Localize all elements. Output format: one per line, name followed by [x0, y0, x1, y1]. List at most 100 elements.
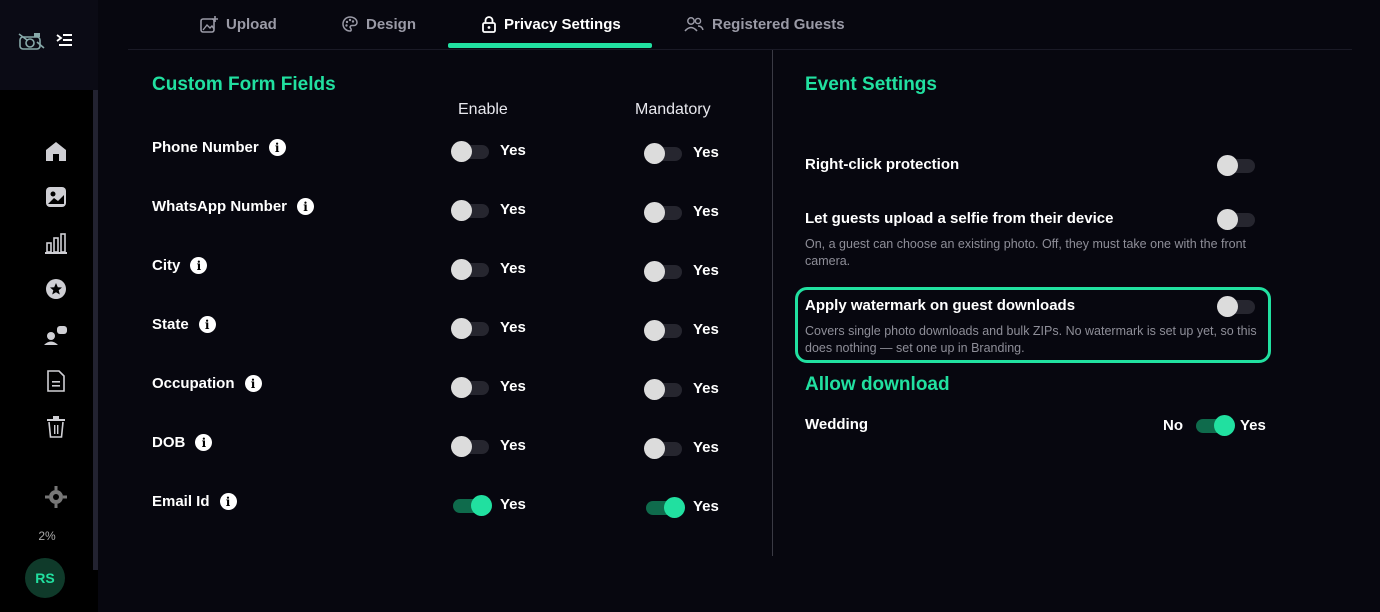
form-field-label: Occupation i: [152, 375, 262, 392]
enable-yes-text: Yes: [500, 142, 526, 159]
enable-toggle[interactable]: [451, 318, 489, 339]
enable-toggle[interactable]: [453, 495, 492, 516]
sidebar-scrollbar[interactable]: [93, 90, 98, 570]
form-field-name: Occupation: [152, 375, 235, 392]
lock-icon: [482, 15, 496, 33]
form-field-name: Phone Number: [152, 139, 259, 156]
form-field-label: Email Id i: [152, 493, 237, 510]
info-icon[interactable]: i: [297, 198, 314, 215]
enable-yes-text: Yes: [500, 437, 526, 454]
selfie-upload-description: On, a guest can choose an existing photo…: [805, 237, 1247, 268]
enable-yes-text: Yes: [500, 260, 526, 277]
download-no-text: No: [1163, 417, 1183, 434]
info-icon[interactable]: i: [219, 493, 237, 510]
tab-privacy-settings[interactable]: Privacy Settings: [482, 0, 621, 48]
sidebar: 2% RS: [0, 0, 98, 612]
form-field-row: Occupation i Yes Yes: [152, 373, 752, 400]
collapse-menu-icon[interactable]: [56, 33, 72, 52]
mandatory-column-header: Mandatory: [635, 101, 711, 118]
event-settings-title: Event Settings: [805, 74, 937, 95]
info-icon[interactable]: i: [198, 316, 216, 333]
enable-toggle[interactable]: [451, 141, 489, 162]
mandatory-yes-text: Yes: [693, 498, 719, 515]
enable-toggle[interactable]: [451, 200, 489, 221]
right-click-protection-label: Right-click protection: [805, 156, 960, 173]
mandatory-yes-text: Yes: [693, 262, 719, 279]
watermark-description: Covers single photo downloads and bulk Z…: [805, 324, 1257, 355]
allow-download-title: Allow download: [805, 374, 950, 395]
enable-toggle[interactable]: [451, 259, 489, 280]
upload-image-icon: [200, 16, 218, 33]
form-field-row: DOB i Yes Yes: [152, 432, 752, 459]
tab-label: Upload: [226, 15, 277, 33]
form-field-name: WhatsApp Number: [152, 198, 287, 215]
mandatory-toggle[interactable]: [644, 143, 682, 164]
mandatory-yes-text: Yes: [693, 144, 719, 161]
home-icon[interactable]: [44, 139, 68, 163]
info-icon[interactable]: i: [195, 434, 213, 451]
mandatory-yes-text: Yes: [693, 321, 719, 338]
form-field-name: DOB: [152, 434, 186, 451]
mandatory-yes-text: Yes: [693, 380, 719, 397]
tab-upload[interactable]: Upload: [200, 0, 277, 48]
form-field-label: City i: [152, 257, 208, 274]
form-field-row: Phone Number i Yes Yes: [152, 137, 752, 164]
download-row-label: Wedding: [805, 416, 869, 433]
download-wedding-toggle[interactable]: [1196, 415, 1235, 436]
mandatory-toggle[interactable]: [644, 320, 682, 341]
watermark-toggle[interactable]: [1217, 296, 1255, 317]
right-click-protection-toggle[interactable]: [1217, 155, 1255, 176]
mandatory-yes-text: Yes: [693, 439, 719, 456]
panel-divider: [772, 50, 773, 556]
enable-toggle[interactable]: [451, 377, 489, 398]
tab-design[interactable]: Design: [342, 0, 416, 48]
storage-usage-percent: 2%: [38, 529, 56, 543]
info-icon[interactable]: i: [268, 139, 286, 156]
form-field-label: WhatsApp Number i: [152, 198, 314, 215]
selfie-upload-toggle[interactable]: [1217, 209, 1255, 230]
enable-yes-text: Yes: [500, 378, 526, 395]
users-icon[interactable]: [44, 323, 68, 347]
info-icon[interactable]: i: [190, 257, 208, 274]
enable-yes-text: Yes: [500, 201, 526, 218]
tab-registered-guests[interactable]: Registered Guests: [684, 0, 845, 48]
form-field-row: WhatsApp Number i Yes Yes: [152, 196, 752, 223]
enable-yes-text: Yes: [500, 319, 526, 336]
favorites-icon[interactable]: [44, 277, 68, 301]
mandatory-toggle[interactable]: [646, 497, 685, 518]
form-field-name: City: [152, 257, 181, 274]
watermark-label: Apply watermark on guest downloads: [805, 297, 1076, 314]
guests-icon: [684, 17, 704, 32]
info-icon[interactable]: i: [244, 375, 262, 392]
tab-label: Registered Guests: [712, 15, 845, 33]
analytics-icon[interactable]: [44, 231, 68, 255]
custom-form-fields-title: Custom Form Fields: [152, 74, 336, 95]
form-field-label: Phone Number i: [152, 139, 286, 156]
gallery-icon[interactable]: [44, 185, 68, 209]
mandatory-toggle[interactable]: [644, 379, 682, 400]
tab-bar: Upload Design Privacy Settings Registere…: [128, 0, 1352, 50]
enable-toggle[interactable]: [451, 436, 489, 457]
mandatory-toggle[interactable]: [644, 202, 682, 223]
tab-label: Design: [366, 15, 417, 33]
form-field-label: State i: [152, 316, 216, 333]
form-field-row: State i Yes Yes: [152, 314, 752, 341]
document-icon[interactable]: [44, 369, 68, 393]
form-field-name: Email Id: [152, 493, 210, 510]
form-field-row: City i Yes Yes: [152, 255, 752, 282]
form-field-label: DOB i: [152, 434, 213, 451]
selfie-upload-label: Let guests upload a selfie from their de…: [805, 210, 1114, 227]
active-tab-indicator: [448, 43, 652, 48]
download-yes-text: Yes: [1240, 417, 1266, 434]
enable-column-header: Enable: [458, 101, 508, 118]
logo-icon[interactable]: [17, 30, 47, 57]
avatar[interactable]: RS: [25, 558, 65, 598]
trash-icon[interactable]: [44, 415, 68, 439]
mandatory-toggle[interactable]: [644, 261, 682, 282]
form-field-row: Email Id i Yes Yes: [152, 491, 752, 518]
enable-yes-text: Yes: [500, 496, 526, 513]
mandatory-toggle[interactable]: [644, 438, 682, 459]
sidebar-header: [0, 0, 98, 90]
gear-icon[interactable]: [44, 485, 68, 509]
tab-label: Privacy Settings: [504, 15, 621, 33]
